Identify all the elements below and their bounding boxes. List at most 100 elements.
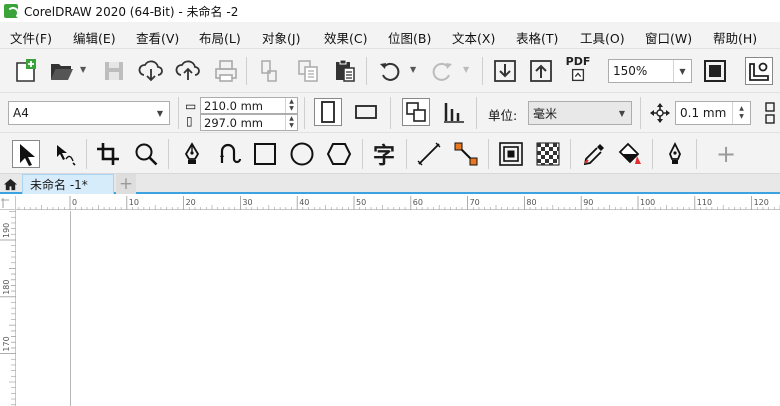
page-height-field[interactable]: 297.0 mm ▲ ▼ [200, 114, 298, 131]
duplicate-distance-icon[interactable] [762, 99, 780, 127]
contour-tool-icon[interactable] [497, 140, 525, 168]
portrait-orientation-icon[interactable] [314, 98, 342, 126]
cloud-upload-icon[interactable] [174, 57, 202, 85]
all-pages-icon[interactable] [402, 98, 430, 126]
spinner-icon[interactable]: ▲ ▼ [732, 102, 750, 124]
paste-icon[interactable] [331, 57, 359, 85]
zoom-tool-icon[interactable] [132, 140, 160, 168]
page-size-combo[interactable]: A4 ▼ [8, 101, 170, 125]
ruler-tick-label: 80 [526, 198, 536, 207]
ruler-tick-label: 180 [2, 280, 11, 295]
nudge-distance-field[interactable]: 0.1 mm ▲ ▼ [675, 101, 751, 125]
ruler-tick-label: 120 [754, 198, 769, 207]
separator [86, 139, 87, 169]
parallel-dimension-icon[interactable] [415, 140, 443, 168]
menu-help[interactable]: 帮助(H) [713, 28, 757, 47]
options-icon[interactable] [745, 57, 773, 85]
export-icon[interactable] [527, 57, 555, 85]
menu-edit[interactable]: 编辑(E) [73, 28, 116, 47]
separator [362, 139, 363, 169]
chevron-down-icon[interactable]: ▼ [613, 102, 631, 124]
ruler-origin[interactable] [0, 196, 16, 210]
redo-dropdown-arrow-icon[interactable]: ▼ [463, 65, 469, 74]
interactive-fill-icon[interactable] [616, 140, 644, 168]
zoom-level-combo[interactable]: 150% ▼ [608, 59, 692, 83]
print-icon[interactable] [212, 57, 240, 85]
ruler-tick-label: 70 [470, 198, 480, 207]
chevron-down-icon[interactable]: ▼ [673, 60, 691, 82]
drawing-canvas[interactable] [17, 211, 780, 406]
home-icon[interactable] [0, 174, 20, 194]
pick-tool-icon[interactable] [12, 140, 40, 168]
ruler-tick-label: 170 [2, 336, 11, 351]
document-tab[interactable]: 未命名 -1* [22, 174, 114, 194]
ruler-tick-label: 10 [129, 198, 139, 207]
smart-fill-icon[interactable] [661, 140, 689, 168]
publish-pdf-icon[interactable]: PDF [564, 55, 592, 83]
open-icon[interactable] [48, 57, 76, 85]
menu-bitmaps[interactable]: 位图(B) [388, 28, 431, 47]
separator [570, 139, 571, 169]
standard-toolbar: ▼ ▼ ▼ PDF 150% ▼ [0, 48, 780, 92]
menu-table[interactable]: 表格(T) [516, 28, 558, 47]
artistic-media-icon[interactable] [216, 140, 244, 168]
undo-icon[interactable] [376, 57, 404, 85]
menu-tools[interactable]: 工具(O) [580, 28, 625, 47]
separator [488, 139, 489, 169]
open-dropdown-arrow-icon[interactable]: ▼ [80, 65, 86, 74]
current-page-icon[interactable] [440, 98, 468, 126]
spinner-icon[interactable]: ▲ ▼ [285, 98, 297, 113]
menu-text[interactable]: 文本(X) [452, 28, 495, 47]
import-icon[interactable] [491, 57, 519, 85]
title-bar: CorelDRAW 2020 (64-Bit) - 未命名 -2 [0, 0, 780, 22]
separator [640, 97, 641, 129]
rectangle-tool-icon[interactable] [251, 140, 279, 168]
nudge-icon [646, 99, 674, 127]
cut-icon[interactable] [256, 57, 284, 85]
pen-tool-icon[interactable] [178, 140, 206, 168]
document-tab-label: 未命名 -1* [30, 178, 88, 192]
chevron-down-icon[interactable]: ▼ [151, 102, 169, 124]
separator [482, 57, 483, 85]
ruler-tick-label: 0 [72, 198, 77, 207]
copy-icon[interactable] [294, 57, 322, 85]
landscape-orientation-icon[interactable] [352, 98, 380, 126]
polygon-tool-icon[interactable] [325, 140, 353, 168]
connector-tool-icon[interactable] [452, 140, 480, 168]
page-height-value: 297.0 mm [204, 115, 263, 130]
ruler-tick-label: 60 [413, 198, 423, 207]
page-size-value: A4 [13, 106, 29, 120]
freehand-pick-icon[interactable] [50, 140, 78, 168]
transparency-tool-icon[interactable] [534, 140, 562, 168]
save-icon[interactable] [100, 57, 128, 85]
menu-view[interactable]: 查看(V) [136, 28, 179, 47]
redo-icon[interactable] [428, 57, 456, 85]
menu-layout[interactable]: 布局(L) [199, 28, 241, 47]
menu-file[interactable]: 文件(F) [10, 28, 52, 47]
eyedropper-tool-icon[interactable] [580, 140, 608, 168]
separator [476, 97, 477, 129]
undo-dropdown-arrow-icon[interactable]: ▼ [410, 65, 416, 74]
property-bar: A4 ▼ ▭ ▯ 210.0 mm ▲ ▼ 297.0 mm ▲ ▼ 单位: 毫米 … [0, 92, 780, 132]
separator [406, 139, 407, 169]
width-icon: ▭ [185, 99, 197, 113]
horizontal-ruler[interactable]: 0 10 20 30 40 50 60 70 80 90 100 110 120 [16, 196, 780, 210]
spinner-icon[interactable]: ▲ ▼ [285, 115, 297, 130]
page-width-field[interactable]: 210.0 mm ▲ ▼ [200, 97, 298, 114]
ellipse-tool-icon[interactable] [288, 140, 316, 168]
vertical-ruler-ticks: 190 180 170 [0, 211, 16, 406]
new-tab-button[interactable]: + [116, 174, 136, 194]
cloud-download-icon[interactable] [137, 57, 165, 85]
menu-object[interactable]: 对象(J) [262, 28, 300, 47]
ruler-tick-label: 50 [356, 198, 366, 207]
full-screen-icon[interactable] [701, 57, 729, 85]
menu-window[interactable]: 窗口(W) [645, 28, 692, 47]
add-tool-icon[interactable]: + [712, 140, 740, 168]
text-tool-icon[interactable]: 字 [370, 140, 398, 169]
vertical-ruler[interactable]: 190 180 170 [0, 210, 16, 406]
new-document-icon[interactable] [12, 57, 40, 85]
crop-tool-icon[interactable] [94, 140, 122, 168]
window-title: CorelDRAW 2020 (64-Bit) - 未命名 -2 [24, 4, 239, 19]
menu-effects[interactable]: 效果(C) [324, 28, 367, 47]
units-combo[interactable]: 毫米 ▼ [528, 101, 632, 125]
